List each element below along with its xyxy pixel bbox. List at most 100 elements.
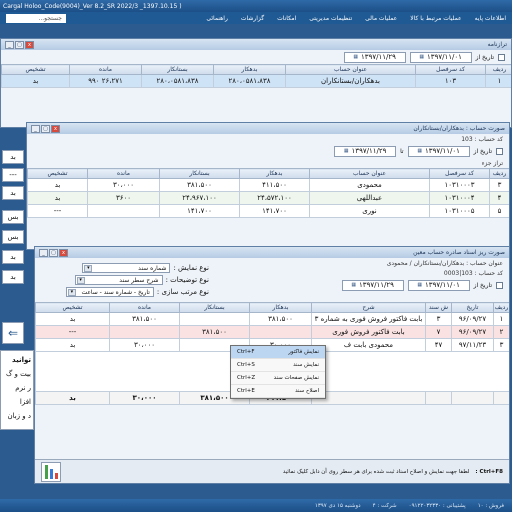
- side-button[interactable]: بد: [2, 270, 24, 284]
- close-icon[interactable]: x: [25, 40, 34, 49]
- chevron-down-icon[interactable]: ▾: [76, 277, 85, 284]
- maximize-icon[interactable]: ▢: [41, 124, 50, 133]
- date-to-field[interactable]: ۱۳۹۷/۱۱/۲۹ ▦: [334, 145, 397, 157]
- context-item-show-document[interactable]: Ctrl+S نمایش سند: [231, 359, 325, 372]
- col-header[interactable]: بدهکار: [249, 302, 312, 313]
- minimize-icon[interactable]: _: [31, 124, 40, 133]
- maximize-icon[interactable]: ▢: [15, 40, 24, 49]
- col-header[interactable]: عنوان حساب: [285, 64, 416, 75]
- col-header[interactable]: تشخیص: [35, 302, 110, 313]
- sort-select[interactable]: تاریخ - شماره سند - ساعت ▾: [65, 287, 154, 297]
- col-header[interactable]: عنوان حساب: [309, 168, 430, 179]
- col-header[interactable]: ردیف: [493, 302, 509, 313]
- calendar-icon[interactable]: ▦: [417, 282, 422, 288]
- table-row[interactable]: ۱ ۹۶/۰۹/۲۷ ۳ بابت فاکتور فروش فوری به شماره…: [35, 312, 509, 326]
- date-filter-checkbox[interactable]: [498, 53, 505, 61]
- col-header[interactable]: کد سرفصل: [415, 64, 486, 75]
- info-line: توانید: [12, 356, 31, 364]
- table-row[interactable]: ۳ ۱۰۳۱۰۰۰۳ محمودی ۴۱۱،۵۰۰ ۳۸۱،۵۰۰ ۳۰،۰۰۰ بد: [27, 178, 509, 192]
- side-button[interactable]: بد: [2, 150, 24, 164]
- ledger-breadcrumb: کد حساب : 103: [27, 134, 509, 144]
- date-to-field[interactable]: ۱۳۹۷/۱۱/۲۹ ▦: [343, 51, 406, 63]
- col-header[interactable]: تاریخ: [451, 302, 494, 313]
- date-from-field[interactable]: ۱۳۹۷/۱۱/۰۱ ▦: [407, 145, 470, 157]
- display-select[interactable]: شماره سند ▾: [82, 263, 171, 273]
- col-header[interactable]: بستانکار: [179, 302, 250, 313]
- context-item-edit-document[interactable]: Ctrl+E اصلاح سند: [231, 385, 325, 398]
- col-header[interactable]: ردیف: [485, 64, 511, 75]
- balance-window-titlebar: ترازنامه x ▢ _: [1, 39, 511, 50]
- shortcut-key: Ctrl+F8 :: [475, 468, 503, 475]
- side-button[interactable]: بس: [2, 230, 24, 244]
- col-header[interactable]: کد سرفصل: [429, 168, 490, 179]
- chevron-down-icon[interactable]: ▾: [84, 265, 93, 272]
- cell: ۴: [489, 191, 509, 205]
- menu-item-finance[interactable]: عملیات مالی: [365, 15, 397, 22]
- date-from-field[interactable]: ۱۳۹۷/۱۱/۰۱ ▦: [407, 279, 470, 291]
- col-header[interactable]: ردیف: [489, 168, 509, 179]
- table-row[interactable]: ۱ ۱۰۳ بدهکاران/بستانکاران ۲۸۰،۰۵۸۱،۸۳۸ ۲…: [1, 74, 511, 88]
- calendar-icon[interactable]: ▦: [351, 282, 356, 288]
- calendar-icon[interactable]: ▦: [419, 54, 424, 60]
- col-header[interactable]: تشخیص: [1, 64, 70, 75]
- desc-select[interactable]: شرح سطر سند ▾: [74, 275, 163, 285]
- balance-date-row: تاریخ از ۱۳۹۷/۱۱/۰۱ ▦ ۱۳۹۷/۱۱/۲۹ ▦: [1, 50, 511, 64]
- context-item-show-invoice[interactable]: Ctrl+F نمایش فاکتور: [231, 346, 325, 359]
- side-button[interactable]: بس: [2, 210, 24, 224]
- context-item-show-pages[interactable]: Ctrl+Z نمایش صفحات سند: [231, 372, 325, 385]
- side-button[interactable]: ---: [2, 168, 24, 182]
- menu-item-admin[interactable]: تنظیمات مدیریتی: [309, 15, 352, 22]
- menu-item-goods[interactable]: عملیات مرتبط با کالا: [410, 15, 461, 22]
- side-button[interactable]: بد: [2, 186, 24, 200]
- minimize-icon[interactable]: _: [39, 248, 48, 257]
- to-label: تا: [400, 147, 404, 155]
- close-icon[interactable]: x: [51, 124, 60, 133]
- col-header[interactable]: ش سند: [425, 302, 452, 313]
- col-header[interactable]: بدهکار: [239, 168, 310, 179]
- shortcut-key: Ctrl+S: [237, 362, 255, 368]
- calendar-icon[interactable]: ▦: [417, 148, 422, 154]
- col-header[interactable]: بستانکار: [141, 64, 214, 75]
- back-arrow-icon[interactable]: ⇐: [2, 322, 24, 344]
- menu-item-base[interactable]: اطلاعات پایه: [475, 15, 506, 22]
- ledger-date-row: تاریخ از ۱۳۹۷/۱۱/۰۱ ▦ تا ۱۳۹۷/۱۱/۲۹ ▦: [27, 144, 509, 158]
- col-header[interactable]: مانده: [109, 302, 180, 313]
- col-header[interactable]: شرح: [311, 302, 426, 313]
- cell: ۴۷: [425, 338, 452, 352]
- menu-item-reports[interactable]: گزارشات: [241, 15, 264, 22]
- close-icon[interactable]: x: [59, 248, 68, 257]
- menu-item-help[interactable]: راهنمائی: [206, 15, 228, 22]
- col-header[interactable]: مانده: [87, 168, 160, 179]
- date-from-field[interactable]: ۱۳۹۷/۱۱/۰۱ ▦: [409, 51, 472, 63]
- calendar-icon[interactable]: ▦: [353, 54, 358, 60]
- info-line: د و زبان: [7, 412, 31, 420]
- col-header[interactable]: بستانکار: [159, 168, 240, 179]
- date-filter-checkbox[interactable]: [496, 147, 503, 155]
- side-button[interactable]: بد: [2, 250, 24, 264]
- code-label: کد حساب :: [474, 135, 503, 143]
- chevron-down-icon[interactable]: ▾: [67, 289, 76, 296]
- col-header[interactable]: مانده: [69, 64, 142, 75]
- col-header[interactable]: تشخیص: [27, 168, 88, 179]
- col-header[interactable]: بدهکار: [213, 64, 286, 75]
- cell: ۳۸۱،۵۰۰: [109, 312, 180, 326]
- table-row[interactable]: ۴ ۱۰۳۱۰۰۰۴ عبداللهی ۲۴،۵۷۲،۱۰۰ ۲۴،۹۶۷،۱۰۰ ۳۶۰…: [27, 191, 509, 205]
- minimize-icon[interactable]: _: [5, 40, 14, 49]
- info-panel: توانید بیت و گ ر نرم افزا د و زبان: [0, 350, 34, 430]
- balance-table: ردیف کد سرفصل عنوان حساب بدهکار بستانکار…: [1, 64, 511, 88]
- menu-item-tools[interactable]: امکانات: [277, 15, 296, 22]
- date-filter-checkbox[interactable]: [496, 281, 503, 289]
- date-to-field[interactable]: ۱۳۹۷/۱۱/۲۹ ▦: [341, 279, 404, 291]
- table-row[interactable]: ۵ ۱۰۳۱۰۰۰۵ نوری ۱۴۱،۷۰۰ ۱۴۱،۷۰۰ ---: [27, 204, 509, 218]
- chart-icon[interactable]: [41, 461, 61, 482]
- maximize-icon[interactable]: ▢: [49, 248, 58, 257]
- calendar-icon[interactable]: ▦: [344, 148, 349, 154]
- search-input[interactable]: جستجو...: [6, 13, 66, 23]
- cell: نوری: [309, 204, 430, 218]
- status-date: دوشنبه ۱۵ دی ۱۳۹۷: [314, 502, 361, 509]
- code-label: کد حساب :: [474, 269, 503, 277]
- account-label: عنوان حساب :: [466, 259, 503, 267]
- table-row[interactable]: ۲ ۹۶/۰۹/۲۷ ۷ بابت فاکتور فروش فوری ۳۸۱،۵۰۰ --…: [35, 325, 509, 339]
- sort-value: تاریخ - شماره سند - ساعت: [81, 288, 150, 296]
- display-value: شماره سند: [138, 264, 167, 272]
